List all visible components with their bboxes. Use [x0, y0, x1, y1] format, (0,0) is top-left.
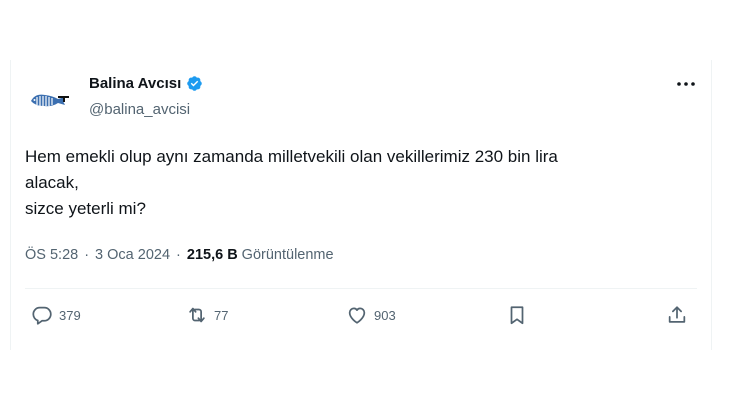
author-name-row: Balina Avcısı	[89, 75, 203, 92]
tweet-date[interactable]: 3 Oca 2024	[95, 247, 170, 263]
bookmark-button[interactable]	[506, 304, 528, 326]
more-options-icon[interactable]	[673, 74, 699, 94]
divider	[25, 288, 697, 289]
repost-icon	[189, 307, 205, 323]
author-handle[interactable]: @balina_avcisi	[89, 101, 190, 118]
like-button[interactable]: 903	[346, 304, 396, 326]
share-icon	[668, 306, 686, 323]
tweet-text-line: alacak,	[25, 173, 79, 192]
views-count[interactable]: 215,6 B	[187, 247, 238, 263]
reply-count: 379	[59, 307, 81, 323]
tweet-card: Balina Avcısı @balina_avcisi Hem emekli …	[10, 60, 712, 350]
author-display-name[interactable]: Balina Avcısı	[89, 75, 181, 92]
like-count: 903	[374, 307, 396, 323]
verified-badge-icon[interactable]	[186, 75, 203, 92]
tweet-text: Hem emekli olup aynı zamanda milletvekil…	[25, 144, 701, 222]
meta-separator: ·	[176, 247, 181, 263]
views-label[interactable]: Görüntülenme	[242, 247, 334, 263]
repost-count: 77	[214, 307, 229, 323]
avatar[interactable]	[25, 76, 73, 124]
whale-logo-icon	[25, 76, 73, 124]
repost-button[interactable]: 77	[186, 304, 228, 326]
heart-icon	[348, 307, 366, 324]
reply-icon	[32, 306, 52, 325]
meta-separator: ·	[84, 247, 90, 263]
tweet-text-line: sizce yeterli mi?	[25, 199, 146, 218]
action-bar: 379 77 903	[11, 304, 711, 328]
tweet-text-line: Hem emekli olup aynı zamanda milletvekil…	[25, 147, 558, 166]
share-button[interactable]	[666, 304, 688, 326]
reply-button[interactable]: 379	[31, 304, 81, 326]
tweet-time[interactable]: ÖS 5:28	[25, 247, 78, 263]
bookmark-icon	[510, 306, 524, 325]
tweet-meta: ÖS 5:28 · 3 Oca 2024 · 215,6 B Görüntüle…	[25, 247, 334, 263]
